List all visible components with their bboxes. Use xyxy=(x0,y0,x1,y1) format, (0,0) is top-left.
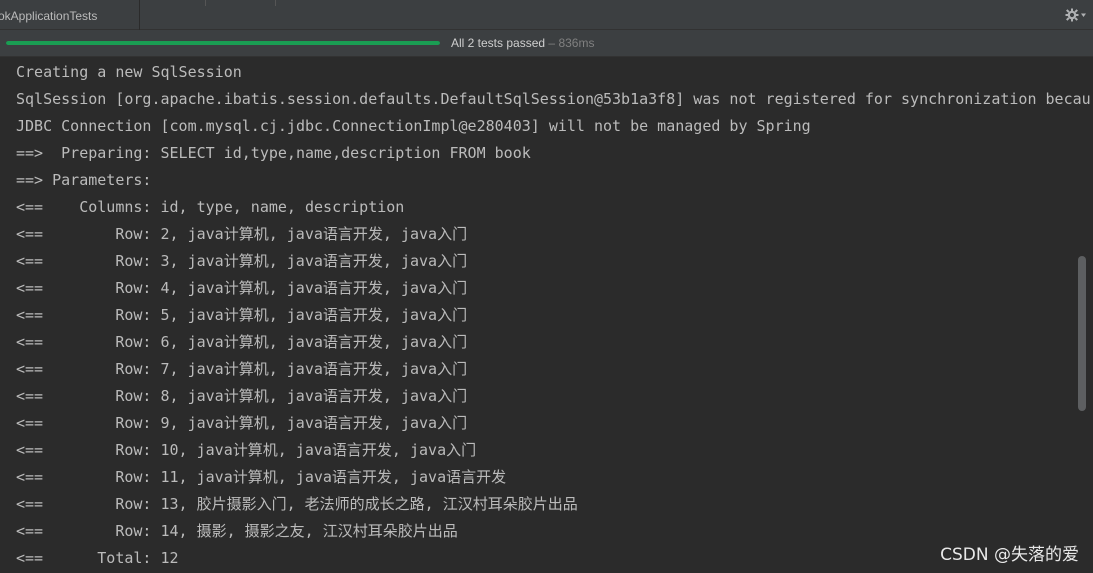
gear-icon[interactable] xyxy=(1065,7,1087,23)
console-line: <== Row: 6, java计算机, java语言开发, java入门 xyxy=(16,333,468,351)
console-line: ==> Parameters: xyxy=(16,171,161,189)
console-output[interactable]: Creating a new SqlSession SqlSession [org… xyxy=(0,57,1093,573)
console-line: <== Total: 12 xyxy=(16,549,179,567)
scrollbar-thumb[interactable] xyxy=(1078,256,1086,411)
test-duration: 836ms xyxy=(558,36,595,50)
console-line: <== Row: 7, java计算机, java语言开发, java入门 xyxy=(16,360,468,378)
test-status-bar: All 2 tests passed – 836ms xyxy=(0,30,1093,57)
tab-divider xyxy=(275,0,276,6)
tab-bar: okApplicationTests xyxy=(0,0,1093,30)
console-scrollbar[interactable] xyxy=(1077,57,1087,573)
watermark: CSDN @失落的爱 xyxy=(940,545,1079,565)
console-line: <== Row: 14, 摄影, 摄影之友, 江汉村耳朵胶片出品 xyxy=(16,522,458,540)
test-progress-bar xyxy=(6,41,440,45)
console-line: ==> Preparing: SELECT id,type,name,descr… xyxy=(16,144,531,162)
console-line: <== Row: 2, java计算机, java语言开发, java入门 xyxy=(16,225,468,243)
run-tool-window: okApplicationTests All 2 tests passed – … xyxy=(0,0,1093,573)
console-line: <== Row: 13, 胶片摄影入门, 老法师的成长之路, 江汉村耳朵胶片出品 xyxy=(16,495,578,513)
console-line: <== Columns: id, type, name, description xyxy=(16,198,405,216)
console-line: <== Row: 11, java计算机, java语言开发, java语言开发 xyxy=(16,468,507,486)
console-line: <== Row: 5, java计算机, java语言开发, java入门 xyxy=(16,306,468,324)
console-line: <== Row: 8, java计算机, java语言开发, java入门 xyxy=(16,387,468,405)
test-summary: All 2 tests passed xyxy=(451,36,546,50)
tab-divider xyxy=(205,0,206,6)
status-separator: – xyxy=(548,36,556,50)
tab-test-class[interactable]: okApplicationTests xyxy=(0,0,140,30)
test-progress-fill xyxy=(6,41,440,45)
console-line: <== Row: 10, java计算机, java语言开发, java入门 xyxy=(16,441,477,459)
console-line: <== Row: 3, java计算机, java语言开发, java入门 xyxy=(16,252,468,270)
console-line: <== Row: 4, java计算机, java语言开发, java入门 xyxy=(16,279,468,297)
tab-label: okApplicationTests xyxy=(0,9,98,23)
test-status-text: All 2 tests passed – 836ms xyxy=(451,36,594,50)
console-line: SqlSession [org.apache.ibatis.session.de… xyxy=(16,90,1091,108)
console-line: <== Row: 9, java计算机, java语言开发, java入门 xyxy=(16,414,468,432)
console-line: JDBC Connection [com.mysql.cj.jdbc.Conne… xyxy=(16,117,811,135)
console-line: Creating a new SqlSession xyxy=(16,63,242,81)
